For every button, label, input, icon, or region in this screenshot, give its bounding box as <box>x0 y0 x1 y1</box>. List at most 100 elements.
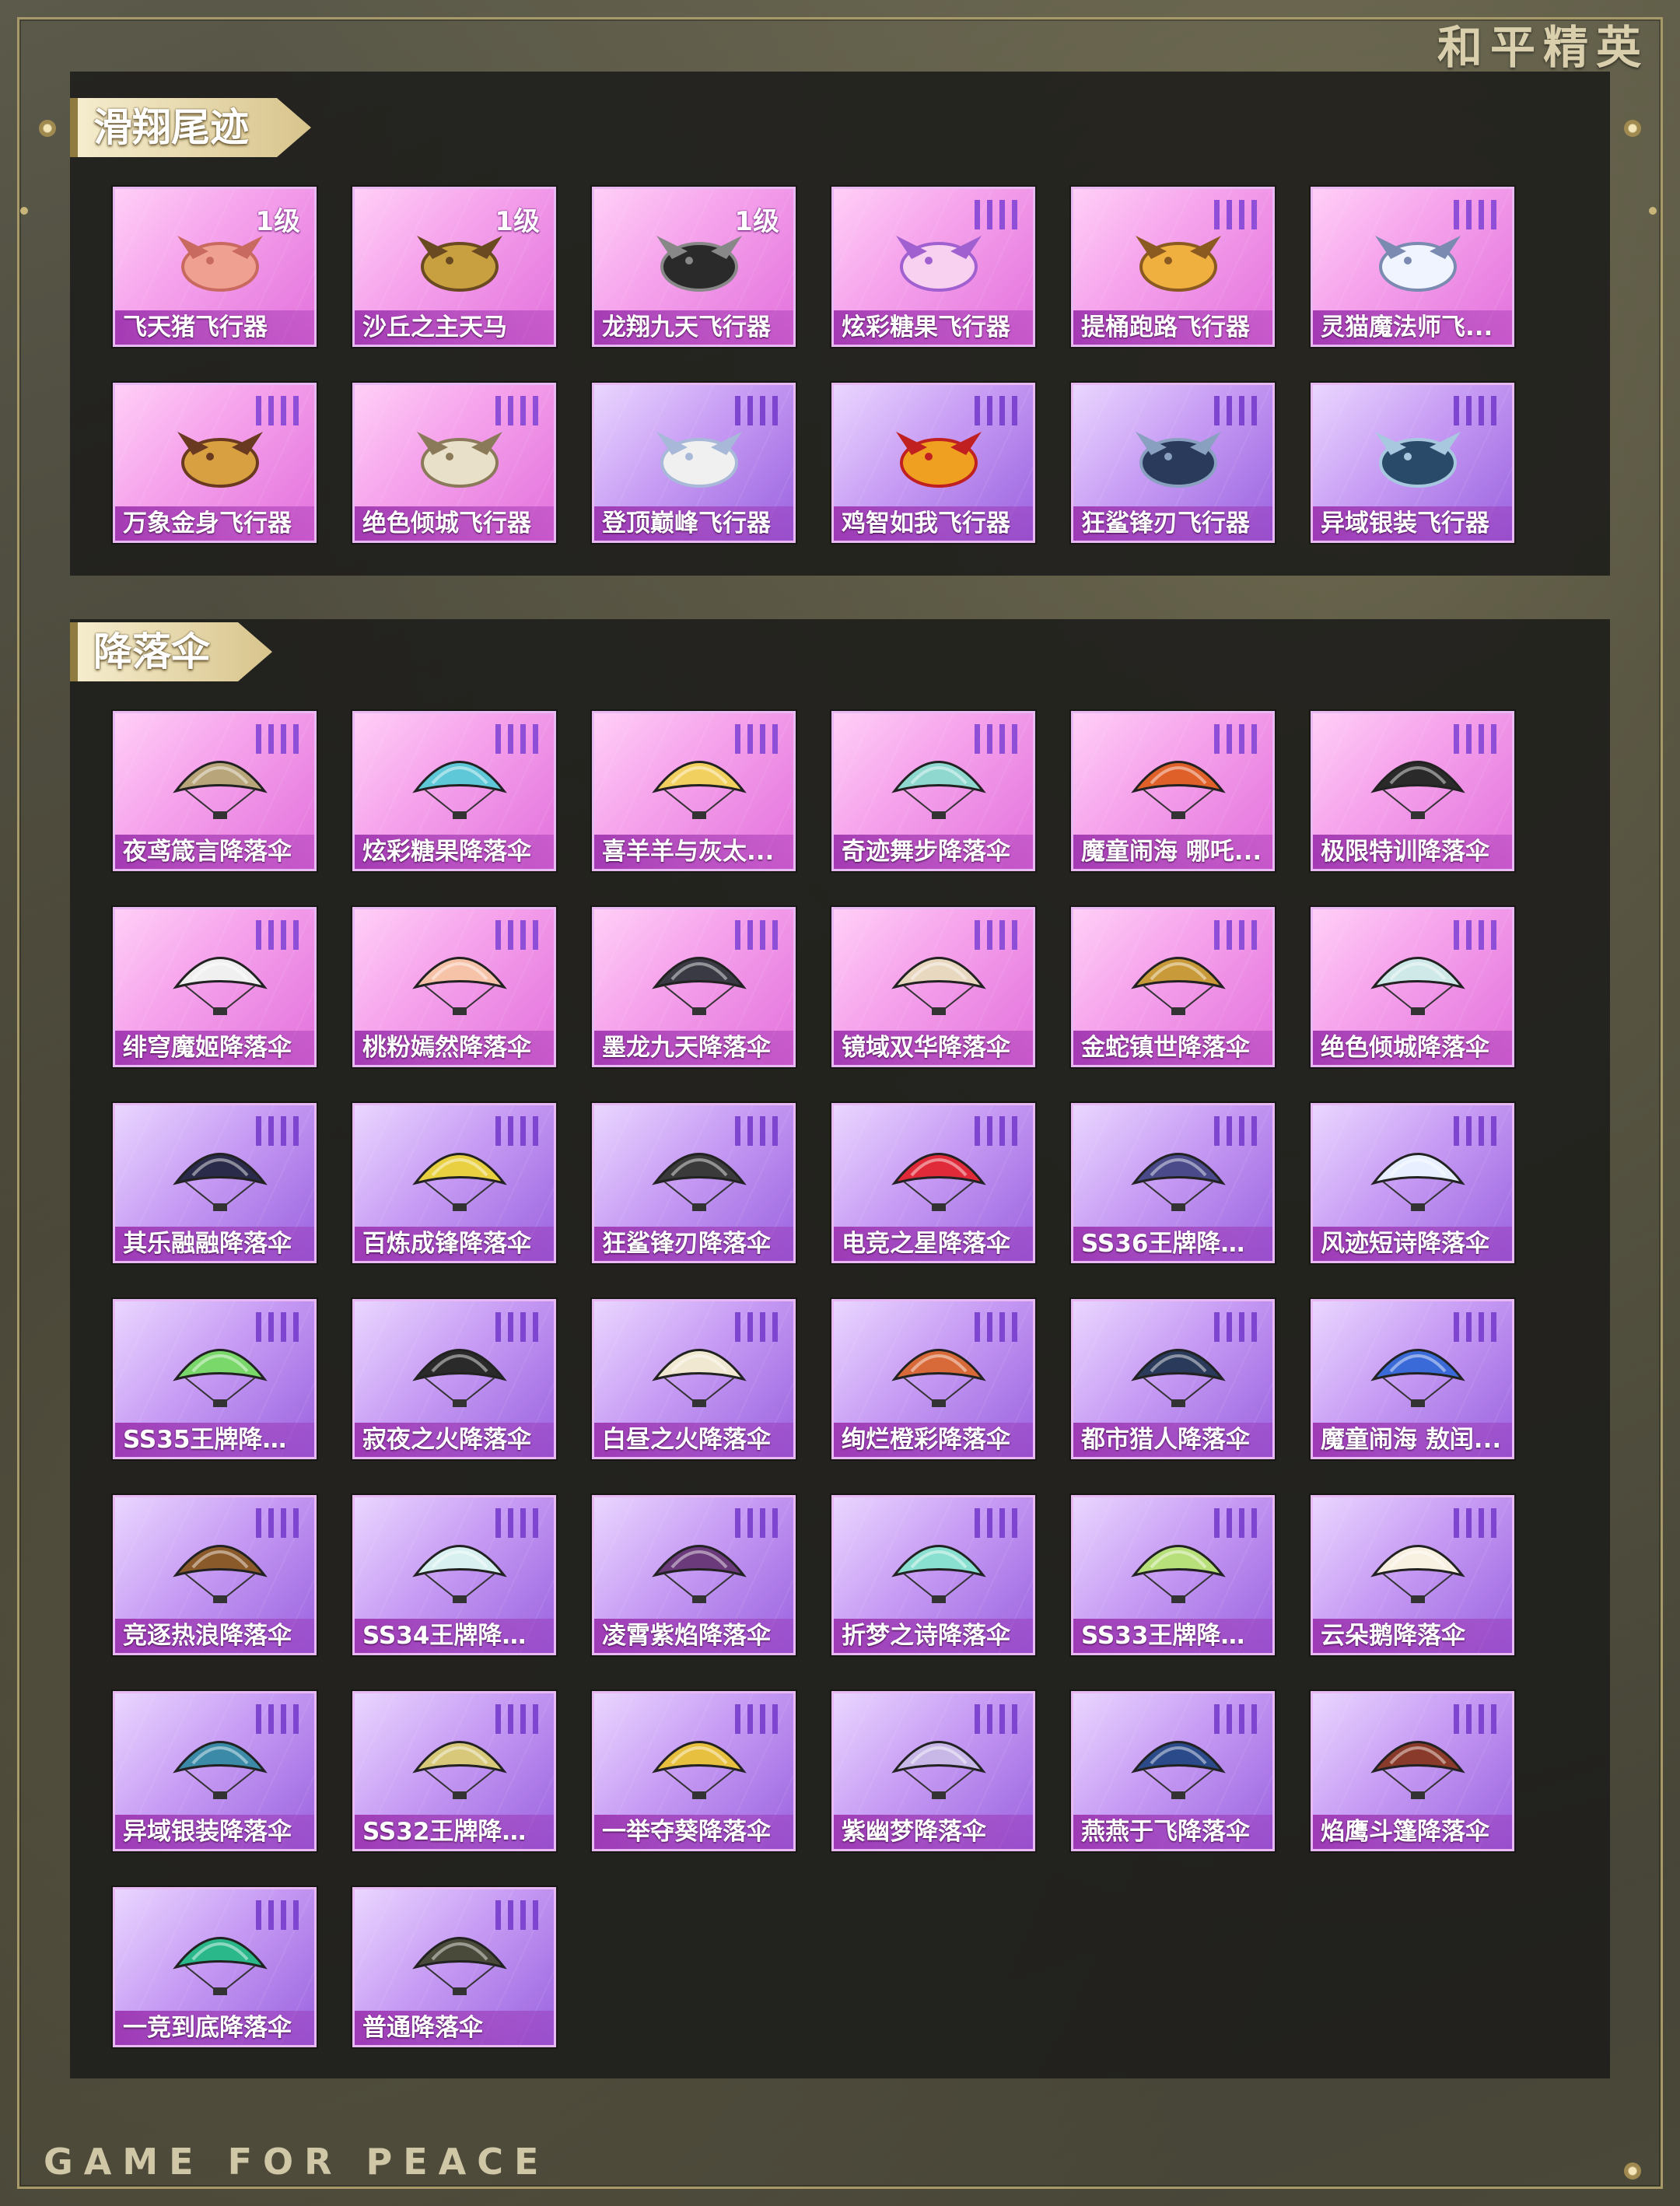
corner-ornament <box>1624 2162 1641 2180</box>
parachute-card[interactable]: 寂夜之火降落伞 <box>352 1299 556 1459</box>
glider-card[interactable]: 炫彩糖果飞行器 <box>831 187 1035 347</box>
item-name: 提桶跑路飞行器 <box>1073 310 1272 345</box>
parachute-card[interactable]: 燕燕于飞降落伞 <box>1071 1691 1275 1851</box>
parachute-card[interactable]: 金蛇镇世降落伞 <box>1071 907 1275 1067</box>
corner-ornament <box>39 120 56 137</box>
item-name: 墨龙九天降落伞 <box>594 1031 793 1065</box>
parachute-card[interactable]: 镜域双华降落伞 <box>831 907 1035 1067</box>
item-name: 炫彩糖果飞行器 <box>834 310 1033 345</box>
parachute-card[interactable]: 桃粉嫣然降落伞 <box>352 907 556 1067</box>
item-name: SS33王牌降落伞 <box>1073 1619 1272 1653</box>
item-name: 夜鸢箴言降落伞 <box>115 835 314 869</box>
parachute-card[interactable]: 紫幽梦降落伞 <box>831 1691 1035 1851</box>
parachute-card[interactable]: 云朵鹅降落伞 <box>1311 1495 1514 1655</box>
glider-card[interactable]: 1级 沙丘之主天马 <box>352 187 556 347</box>
item-name: 喜羊羊与灰太... <box>594 835 793 869</box>
glider-card[interactable]: 1级 飞天猪飞行器 <box>113 187 317 347</box>
item-name: 白昼之火降落伞 <box>594 1423 793 1457</box>
item-name: 云朵鹅降落伞 <box>1313 1619 1512 1653</box>
item-name: 魔童闹海 哪吒... <box>1073 835 1272 869</box>
item-name: 竞逐热浪降落伞 <box>115 1619 314 1653</box>
section-title-parachute: 降落伞 <box>70 622 272 681</box>
item-name: 百炼成锋降落伞 <box>355 1227 554 1261</box>
parachute-card[interactable]: SS35王牌降落伞 <box>113 1299 317 1459</box>
item-name: 电竞之星降落伞 <box>834 1227 1033 1261</box>
item-name: 狂鲨锋刃飞行器 <box>1073 506 1272 541</box>
parachute-card[interactable]: 折梦之诗降落伞 <box>831 1495 1035 1655</box>
glider-card[interactable]: 万象金身飞行器 <box>113 383 317 543</box>
corner-ornament <box>20 207 28 215</box>
item-name: 金蛇镇世降落伞 <box>1073 1031 1272 1065</box>
glider-card[interactable]: 鸡智如我飞行器 <box>831 383 1035 543</box>
parachute-card[interactable]: 绯穹魔姬降落伞 <box>113 907 317 1067</box>
item-name: 龙翔九天飞行器 <box>594 310 793 345</box>
parachute-card[interactable]: 竞逐热浪降落伞 <box>113 1495 317 1655</box>
item-name: SS34王牌降落伞 <box>355 1619 554 1653</box>
corner-ornament <box>1624 120 1641 137</box>
parachute-card[interactable]: 魔童闹海 哪吒... <box>1071 711 1275 871</box>
glider-card[interactable]: 绝色倾城飞行器 <box>352 383 556 543</box>
parachute-card[interactable]: 夜鸢箴言降落伞 <box>113 711 317 871</box>
item-name: 一竞到底降落伞 <box>115 2011 314 2045</box>
parachute-card[interactable]: 凌霄紫焰降落伞 <box>592 1495 796 1655</box>
parachute-card[interactable]: 焰鹰斗篷降落伞 <box>1311 1691 1514 1851</box>
parachute-card[interactable]: 奇迹舞步降落伞 <box>831 711 1035 871</box>
item-name: 绝色倾城飞行器 <box>355 506 554 541</box>
glider-card[interactable]: 登顶巅峰飞行器 <box>592 383 796 543</box>
parachute-card[interactable]: 风迹短诗降落伞 <box>1311 1103 1514 1263</box>
item-name: 魔童闹海 敖闰... <box>1313 1423 1512 1457</box>
item-name: SS32王牌降落伞 <box>355 1815 554 1849</box>
item-name: SS35王牌降落伞 <box>115 1423 314 1457</box>
item-name: 桃粉嫣然降落伞 <box>355 1031 554 1065</box>
parachute-card[interactable]: 极限特训降落伞 <box>1311 711 1514 871</box>
parachute-card[interactable]: 绝色倾城降落伞 <box>1311 907 1514 1067</box>
item-name: 飞天猪飞行器 <box>115 310 314 345</box>
glider-card[interactable]: 提桶跑路飞行器 <box>1071 187 1275 347</box>
section-title-glide-trail: 滑翔尾迹 <box>70 98 311 157</box>
item-name: 奇迹舞步降落伞 <box>834 835 1033 869</box>
item-name: 炫彩糖果降落伞 <box>355 835 554 869</box>
item-name: 一举夺葵降落伞 <box>594 1815 793 1849</box>
parachute-card[interactable]: 狂鲨锋刃降落伞 <box>592 1103 796 1263</box>
item-name: 绝色倾城降落伞 <box>1313 1031 1512 1065</box>
parachute-card[interactable]: 一竞到底降落伞 <box>113 1887 317 2047</box>
parachute-card[interactable]: 炫彩糖果降落伞 <box>352 711 556 871</box>
parachute-card[interactable]: SS32王牌降落伞 <box>352 1691 556 1851</box>
item-name: 凌霄紫焰降落伞 <box>594 1619 793 1653</box>
glider-card[interactable]: 异域银装飞行器 <box>1311 383 1514 543</box>
parachute-card[interactable]: 电竞之星降落伞 <box>831 1103 1035 1263</box>
parachute-card[interactable]: 百炼成锋降落伞 <box>352 1103 556 1263</box>
item-name: 沙丘之主天马 <box>355 310 554 345</box>
parachute-card[interactable]: 魔童闹海 敖闰... <box>1311 1299 1514 1459</box>
glider-card[interactable]: 灵猫魔法师飞... <box>1311 187 1514 347</box>
parachute-card[interactable]: SS36王牌降落伞 <box>1071 1103 1275 1263</box>
item-name: 绚烂橙彩降落伞 <box>834 1423 1033 1457</box>
parachute-card[interactable]: 喜羊羊与灰太... <box>592 711 796 871</box>
glider-card[interactable]: 1级 龙翔九天飞行器 <box>592 187 796 347</box>
parachute-card[interactable]: 白昼之火降落伞 <box>592 1299 796 1459</box>
parachute-card[interactable]: 其乐融融降落伞 <box>113 1103 317 1263</box>
item-name: 普通降落伞 <box>355 2011 554 2045</box>
item-name: 风迹短诗降落伞 <box>1313 1227 1512 1261</box>
brand-logo: 和平精英 <box>1437 21 1649 74</box>
parachute-card[interactable]: 一举夺葵降落伞 <box>592 1691 796 1851</box>
item-name: 极限特训降落伞 <box>1313 835 1512 869</box>
item-name: 折梦之诗降落伞 <box>834 1619 1033 1653</box>
parachute-card[interactable]: 异域银装降落伞 <box>113 1691 317 1851</box>
parachute-card[interactable]: 墨龙九天降落伞 <box>592 907 796 1067</box>
item-name: 焰鹰斗篷降落伞 <box>1313 1815 1512 1849</box>
item-name: 燕燕于飞降落伞 <box>1073 1815 1272 1849</box>
item-name: 寂夜之火降落伞 <box>355 1423 554 1457</box>
item-name: 镜域双华降落伞 <box>834 1031 1033 1065</box>
parachute-card[interactable]: 绚烂橙彩降落伞 <box>831 1299 1035 1459</box>
parachute-card[interactable]: 都市猎人降落伞 <box>1071 1299 1275 1459</box>
item-name: 其乐融融降落伞 <box>115 1227 314 1261</box>
parachute-card[interactable]: SS33王牌降落伞 <box>1071 1495 1275 1655</box>
parachute-card[interactable]: 普通降落伞 <box>352 1887 556 2047</box>
item-name: 异域银装飞行器 <box>1313 506 1512 541</box>
parachute-card[interactable]: SS34王牌降落伞 <box>352 1495 556 1655</box>
item-name: 登顶巅峰飞行器 <box>594 506 793 541</box>
item-name: 狂鲨锋刃降落伞 <box>594 1227 793 1261</box>
glider-card[interactable]: 狂鲨锋刃飞行器 <box>1071 383 1275 543</box>
item-name: 绯穹魔姬降落伞 <box>115 1031 314 1065</box>
